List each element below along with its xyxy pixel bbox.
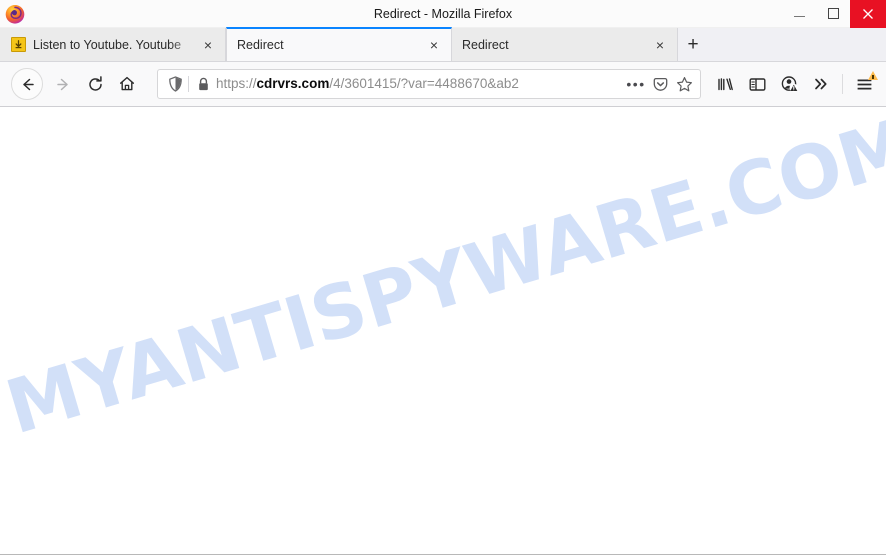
tab-label: Redirect — [237, 38, 284, 52]
reload-button[interactable] — [79, 68, 111, 100]
toolbar-right — [709, 68, 880, 100]
warning-triangle-icon — [868, 71, 878, 80]
tab-label: Listen to Youtube. Youtube — [33, 37, 182, 52]
tab-redirect-second[interactable]: Redirect × — [452, 28, 678, 61]
sidebar-button[interactable] — [741, 68, 773, 100]
title-bar: Redirect - Mozilla Firefox — [0, 0, 886, 28]
home-button[interactable] — [111, 68, 143, 100]
back-arrow-icon — [22, 78, 34, 90]
download-arrow-icon — [10, 37, 26, 53]
url-text[interactable]: https://cdrvrs.com/4/3601415/?var=448867… — [213, 70, 624, 98]
home-icon — [120, 76, 134, 91]
pocket-icon — [653, 77, 667, 91]
navigation-toolbar: https://cdrvrs.com/4/3601415/?var=448867… — [0, 62, 886, 107]
overflow-button[interactable] — [805, 68, 837, 100]
minimize-button[interactable] — [782, 0, 816, 28]
browser-window: Redirect - Mozilla Firefox Listen to You… — [0, 0, 886, 555]
account-warning-icon — [781, 76, 798, 93]
url-scheme: https:// — [216, 76, 257, 91]
tab-close-icon[interactable]: × — [199, 36, 217, 54]
chevron-double-right-icon — [815, 78, 827, 90]
close-icon — [863, 8, 873, 19]
page-actions-button[interactable]: ••• — [624, 72, 648, 96]
url-path: /4/3601415/?var=4488670&ab2 — [329, 76, 519, 91]
library-icon — [717, 77, 733, 90]
forward-button[interactable] — [47, 68, 79, 100]
pocket-button[interactable] — [648, 72, 672, 96]
library-button[interactable] — [709, 68, 741, 100]
tab-close-icon[interactable]: × — [651, 36, 669, 54]
reload-icon — [88, 75, 102, 91]
watermark-text: MYANTISPYWARE.COM — [0, 107, 886, 452]
page-actions-icon: ••• — [626, 76, 646, 92]
tab-label: Redirect — [462, 37, 509, 52]
url-host: cdrvrs.com — [256, 76, 330, 91]
tab-strip: Listen to Youtube. Youtube × Redirect × … — [0, 27, 886, 62]
tab-strip-empty-area — [708, 28, 886, 61]
url-bar[interactable]: https://cdrvrs.com/4/3601415/?var=448867… — [157, 69, 701, 99]
account-button[interactable] — [773, 68, 805, 100]
new-tab-button[interactable]: + — [678, 28, 708, 61]
bookmark-button[interactable] — [672, 72, 696, 96]
tab-close-icon[interactable]: × — [425, 36, 443, 54]
forward-arrow-icon — [56, 78, 68, 90]
window-title: Redirect - Mozilla Firefox — [373, 6, 513, 21]
tab-redirect-active[interactable]: Redirect × — [226, 27, 452, 61]
toolbar-divider — [842, 74, 843, 94]
tab-listen-to-youtube[interactable]: Listen to Youtube. Youtube × — [0, 28, 226, 61]
window-controls — [782, 0, 886, 28]
sidebar-icon — [749, 77, 766, 91]
star-icon — [676, 76, 692, 91]
back-button[interactable] — [11, 68, 43, 100]
close-button[interactable] — [850, 0, 886, 28]
urlbar-divider — [188, 76, 189, 92]
firefox-logo-icon — [4, 3, 26, 25]
page-content: MYANTISPYWARE.COM — [0, 107, 886, 555]
padlock-icon[interactable] — [193, 77, 213, 92]
app-menu-button[interactable] — [848, 68, 880, 100]
tracking-protection-shield-icon[interactable] — [164, 76, 186, 92]
maximize-button[interactable] — [816, 0, 850, 28]
